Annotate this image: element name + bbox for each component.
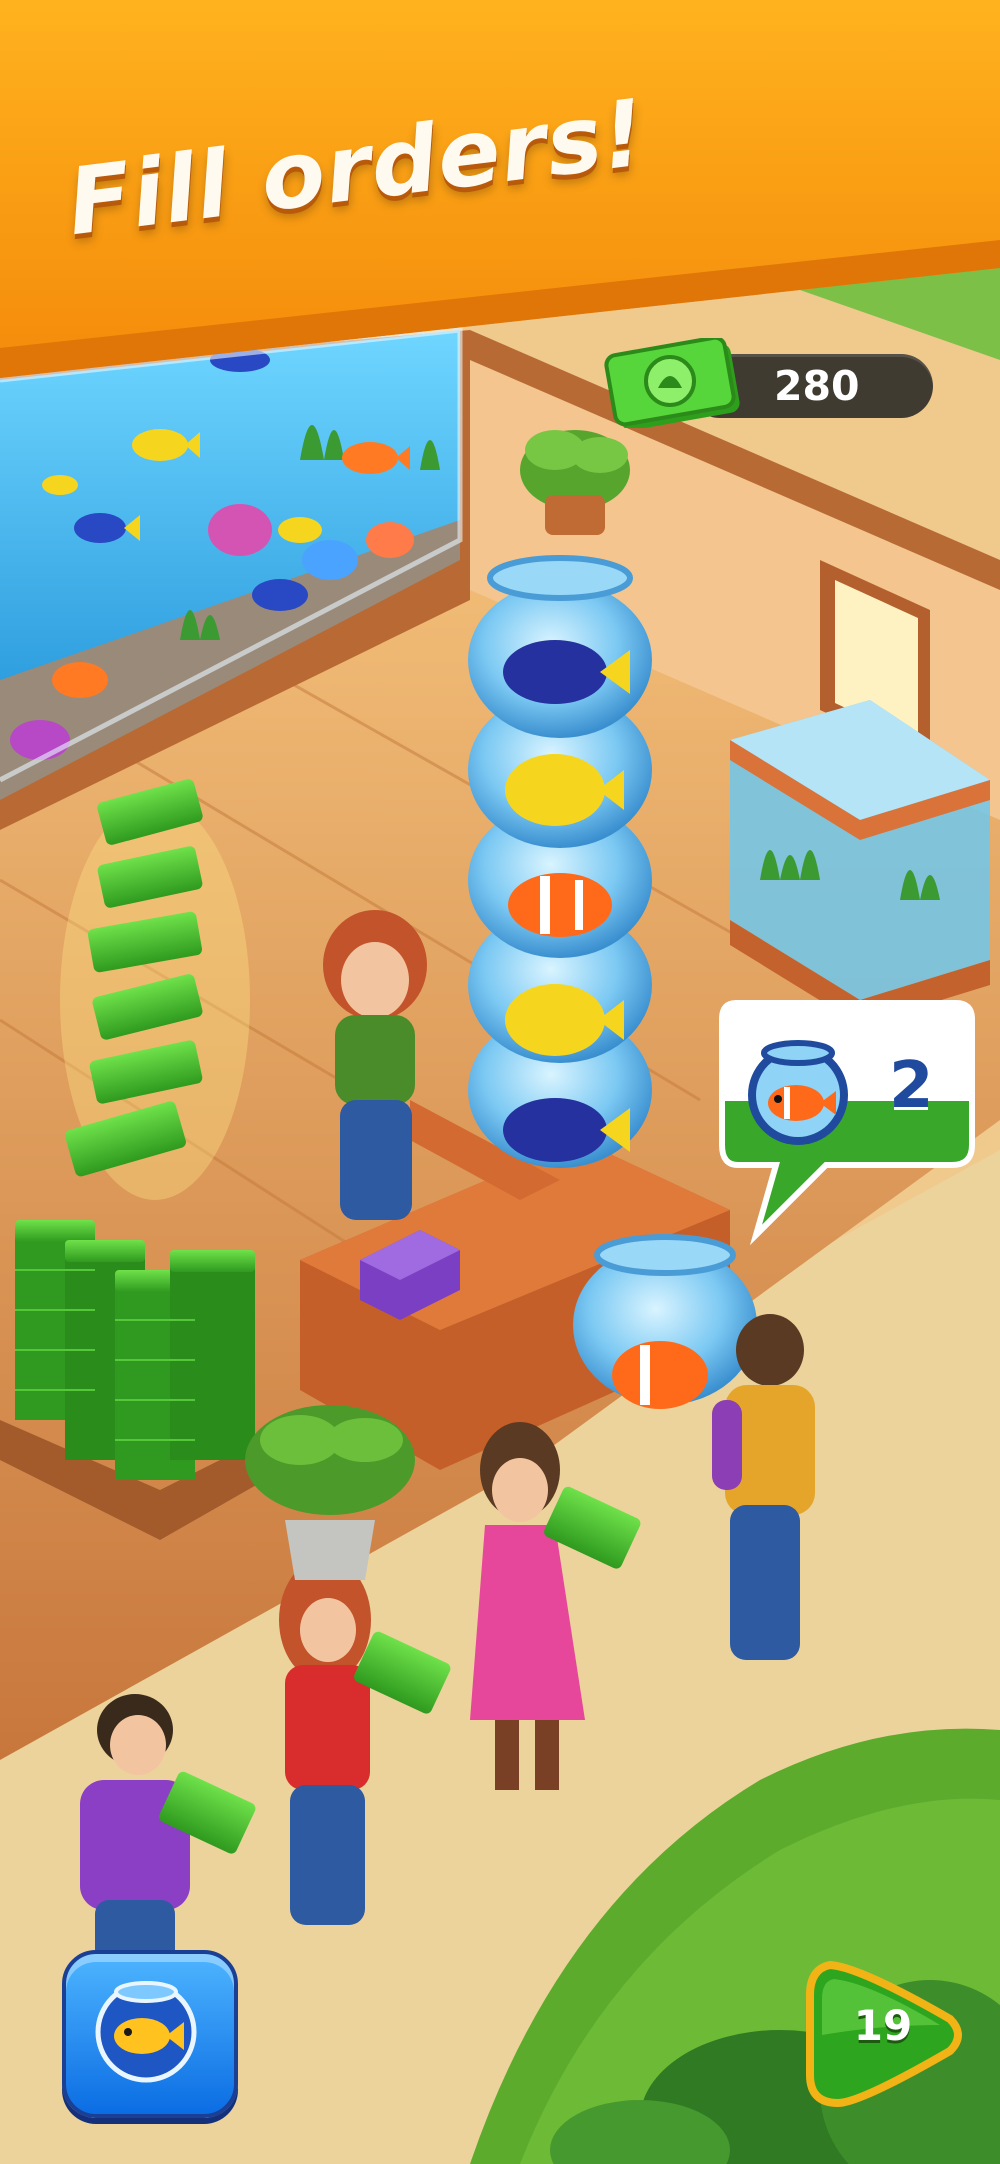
level-number: 19 (853, 2001, 913, 2050)
fishbowl-clownfish-icon (748, 1040, 848, 1145)
fish-menu-button[interactable] (62, 1950, 238, 2118)
order-bubble[interactable]: 2 (716, 995, 976, 1247)
order-count: 2 (889, 1049, 934, 1123)
cash-icon (604, 338, 740, 428)
fish-icon (95, 1981, 197, 2083)
currency-value: 280 (774, 362, 860, 410)
currency-counter: 280 (598, 338, 943, 428)
play-level-button[interactable]: 19 (800, 1955, 970, 2115)
fishbowl-stack (468, 555, 652, 1168)
